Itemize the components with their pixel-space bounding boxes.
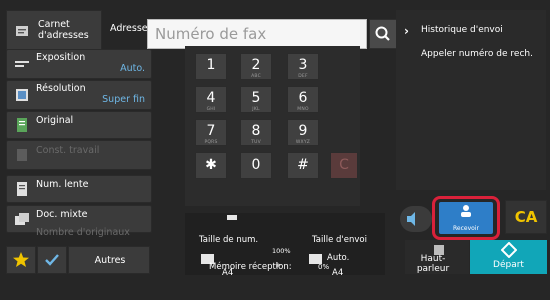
resolution-button[interactable]: Résolution Super fin	[6, 80, 152, 110]
scan-size-label: Taille de num.	[199, 235, 259, 245]
resolution-label: Résolution	[36, 83, 86, 94]
exposure-value: Auto.	[120, 63, 145, 74]
key-hash[interactable]: #	[287, 152, 319, 179]
key-2[interactable]: 2 ABC	[240, 53, 272, 80]
memory-row: Mémoire réception: 0%	[185, 260, 385, 276]
send-size-label: Taille d'envoi	[312, 235, 367, 245]
key-9[interactable]: 9 WXYZ	[287, 119, 319, 146]
address-book-icon	[16, 26, 28, 36]
key-0[interactable]: 0	[240, 152, 272, 179]
key-5[interactable]: 5 JKL	[240, 86, 272, 113]
ratio-value: 100%	[272, 247, 291, 255]
original-label: Original	[36, 115, 74, 126]
address-book-label: Carnet d'adresses	[38, 19, 89, 41]
numeric-keypad: 1 2 ABC 3 DEF 4 GHI 5 JKL 6 MNO 7 PQRS 8 TUV 9W…	[185, 46, 360, 206]
original-count-label: Nombre d'originaux	[36, 227, 130, 238]
star-icon	[13, 252, 29, 267]
clear-key[interactable]: C	[330, 152, 358, 179]
right-panel: › Historique d'envoi Appeler numéro de r…	[396, 10, 546, 190]
speaker-button[interactable]: Haut-parleur	[405, 240, 469, 274]
job-build-icon	[17, 149, 27, 161]
start-label: Départ	[493, 260, 524, 270]
job-build-label: Const. travail	[36, 145, 100, 156]
key-7[interactable]: 7 PQRS	[195, 119, 227, 146]
exposure-icon	[15, 61, 29, 67]
others-button[interactable]: Autres	[68, 246, 150, 274]
slow-scan-label: Num. lente	[36, 179, 89, 190]
speaker-label: Haut-parleur	[416, 254, 450, 274]
receive-button-highlight: Recevoir	[432, 196, 500, 240]
key-8[interactable]: 8 TUV	[240, 119, 272, 146]
send-history-link[interactable]: Historique d'envoi	[421, 25, 503, 35]
memory-value: 0%	[318, 263, 330, 271]
slow-scan-button[interactable]: Num. lente	[6, 175, 152, 203]
key-1[interactable]: 1	[195, 53, 227, 80]
search-icon	[375, 26, 390, 41]
scan-size-doc-icon	[227, 215, 237, 220]
favorite-button[interactable]	[6, 246, 36, 274]
recall-number-link[interactable]: Appeler numéro de rech.	[421, 49, 533, 59]
receive-button[interactable]: Recevoir	[439, 202, 493, 234]
resolution-icon	[16, 89, 28, 101]
key-star[interactable]: ✱	[195, 152, 227, 179]
key-3[interactable]: 3 DEF	[287, 53, 319, 80]
address-book-button[interactable]: Carnet d'adresses	[6, 10, 102, 50]
original-icon	[17, 118, 27, 132]
speaker-volume-button[interactable]	[400, 206, 432, 232]
start-diamond-icon	[501, 242, 517, 258]
start-button[interactable]: Départ	[470, 240, 547, 274]
search-button[interactable]	[369, 19, 397, 49]
chevron-right-icon[interactable]: ›	[404, 24, 409, 38]
receive-person-icon	[461, 205, 471, 217]
original-button[interactable]: Original	[6, 111, 152, 139]
resolution-value: Super fin	[102, 94, 145, 105]
others-label: Autres	[94, 255, 126, 266]
exposure-label: Exposition	[36, 52, 86, 63]
speaker-icon	[407, 212, 415, 226]
address-bar: Carnet d'adresses Adresse Numéro de fax	[6, 10, 397, 50]
adresse-label: Adresse	[110, 23, 148, 34]
job-build-button: Const. travail	[6, 140, 152, 170]
checkmark-icon	[45, 254, 59, 266]
check-button[interactable]	[37, 246, 67, 274]
memory-label: Mémoire réception:	[209, 262, 292, 272]
slow-scan-icon	[17, 182, 27, 196]
fax-number-input[interactable]: Numéro de fax	[147, 19, 367, 49]
mixed-doc-icon	[15, 213, 29, 225]
key-6[interactable]: 6 MNO	[287, 86, 319, 113]
original-count-row: Nombre d'originaux	[6, 227, 152, 246]
key-4[interactable]: 4 GHI	[195, 86, 227, 113]
exposure-button[interactable]: Exposition Auto.	[6, 49, 152, 79]
receive-label: Recevoir	[453, 225, 479, 232]
clear-all-button[interactable]: CA	[505, 200, 547, 234]
mixed-doc-label: Doc. mixte	[36, 209, 88, 220]
